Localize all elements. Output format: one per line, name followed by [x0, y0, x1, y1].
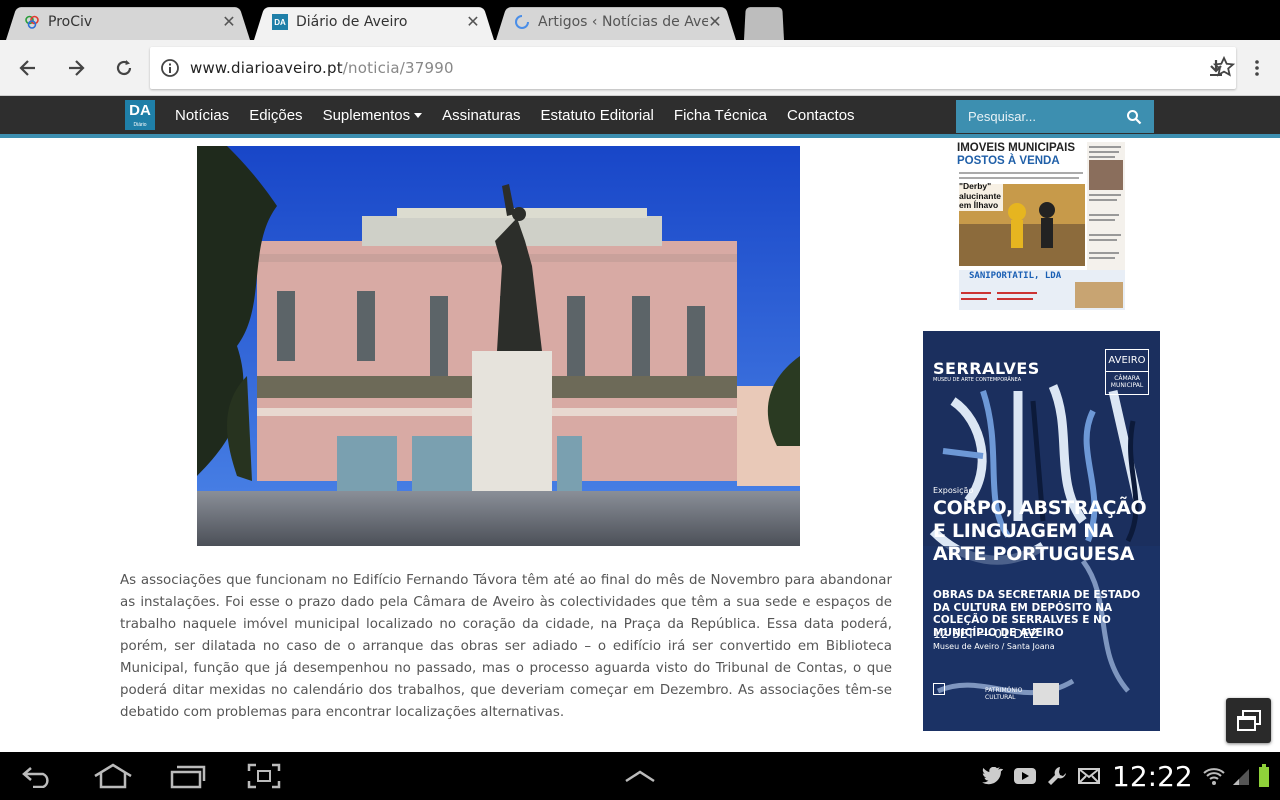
loading-spinner-icon: [515, 15, 529, 29]
article-photo: [197, 146, 800, 546]
chevron-up-icon: [625, 770, 655, 783]
diario-aveiro-favicon-icon: DA: [272, 14, 288, 30]
nav-item-edicoes[interactable]: Edições: [249, 107, 302, 124]
tab-title: Diário de Aveiro: [296, 14, 408, 30]
system-bar: 12:22: [0, 752, 1280, 800]
android-back-button[interactable]: [20, 762, 56, 790]
search-icon: [1127, 109, 1142, 124]
forward-arrow-icon: [69, 60, 85, 76]
building-statue-image: [197, 146, 800, 546]
exhibition-footer: PATRIMÓNIO CULTURAL: [985, 687, 1023, 701]
web-page: DA Diário Notícias Edições Suplementos A…: [0, 96, 1280, 752]
back-icon: [22, 767, 49, 788]
reload-button[interactable]: [108, 52, 140, 84]
android-menu-up-button[interactable]: [622, 762, 658, 790]
serralves-brand-sub: MUSEU DE ARTE CONTEMPORÂNEA: [933, 377, 1022, 383]
search-input[interactable]: [956, 100, 1114, 133]
article-body: As associações que funcionam no Edifício…: [120, 573, 892, 720]
exhibition-dates: 12 SET — 01 DEZ: [933, 627, 1039, 641]
paper-sponsor: SANIPORTATIL, LDA: [969, 271, 1062, 281]
tab-prociv[interactable]: ProCiv ✕: [6, 4, 250, 40]
nav-item-contactos[interactable]: Contactos: [787, 107, 855, 124]
logo-text: DA: [129, 102, 151, 119]
nav-menu: Notícias Edições Suplementos Assinaturas…: [175, 96, 875, 134]
prociv-favicon-icon: [25, 15, 39, 29]
wifi-icon: [1203, 768, 1225, 785]
svg-text:DA: DA: [274, 18, 286, 27]
back-button[interactable]: [12, 52, 44, 84]
twitter-notification-icon[interactable]: [980, 762, 1006, 790]
url-host: www.diarioaveiro.pt: [190, 59, 343, 77]
tab-title: Artigos ‹ Notícias de Aveiro —: [538, 14, 708, 30]
exhibition-title: CORPO, ABSTRAÇÃO E LINGUAGEM NA ARTE POR…: [933, 497, 1147, 565]
newspaper-cover-ad[interactable]: IMOVEIS MUNICIPAIS POSTOS À VENDA "Derby…: [957, 142, 1125, 310]
serralves-brand: SERRALVES: [933, 359, 1040, 378]
caret-down-icon: [414, 113, 423, 119]
exhibition-label: Exposição: [933, 486, 974, 495]
nav-item-assinaturas[interactable]: Assinaturas: [442, 107, 520, 124]
serralves-exhibition-ad[interactable]: SERRALVES MUSEU DE ARTE CONTEMPORÂNEA AV…: [923, 331, 1160, 731]
url-text: www.diarioaveiro.pt/noticia/37990: [190, 59, 454, 77]
wifi-status: [1202, 762, 1226, 790]
youtube-icon: [1014, 768, 1036, 784]
system-clock[interactable]: 12:22: [1112, 760, 1193, 793]
aveiro-city-sub: CÂMARA MUNICIPAL: [1106, 371, 1148, 389]
tab-strip: ProCiv ✕ DA Diário de Aveiro ✕ Artigos ‹…: [0, 0, 1280, 40]
youtube-notification-icon[interactable]: [1012, 762, 1038, 790]
mail-icon: [1078, 768, 1100, 784]
nav-item-estatuto-editorial[interactable]: Estatuto Editorial: [541, 107, 654, 124]
address-bar[interactable]: www.diarioaveiro.pt/noticia/37990: [150, 47, 1236, 89]
site-search: [956, 100, 1154, 133]
screenshot-icon: [247, 763, 281, 789]
close-icon[interactable]: ✕: [708, 14, 722, 30]
window-switch-button[interactable]: [1226, 698, 1271, 743]
tab-artigos[interactable]: Artigos ‹ Notícias de Aveiro — ✕: [496, 4, 736, 40]
logo-subtext: Diário: [133, 122, 147, 128]
back-arrow-icon: [19, 60, 35, 76]
close-icon[interactable]: ✕: [222, 14, 236, 30]
download-button[interactable]: [1200, 52, 1232, 84]
home-icon: [94, 763, 132, 789]
wrench-icon: [1048, 767, 1066, 785]
android-home-button[interactable]: [92, 762, 134, 790]
battery-status: [1256, 762, 1272, 790]
site-logo[interactable]: DA Diário: [125, 100, 155, 130]
more-vert-icon: [1255, 60, 1259, 76]
site-navbar: DA Diário Notícias Edições Suplementos A…: [0, 96, 1280, 138]
signal-status: [1230, 762, 1252, 790]
paper-headline-2: POSTOS À VENDA: [957, 155, 1060, 167]
forward-button[interactable]: [60, 52, 92, 84]
tab-title: ProCiv: [48, 14, 93, 30]
tab-diario-de-aveiro[interactable]: DA Diário de Aveiro ✕: [254, 4, 494, 40]
windows-icon: [1236, 709, 1261, 731]
nav-item-ficha-tecnica[interactable]: Ficha Técnica: [674, 107, 767, 124]
exhibition-venue: Museu de Aveiro / Santa Joana: [933, 642, 1055, 651]
paper-sports-headline: "Derby" alucinante em Ílhavo: [959, 181, 1003, 211]
url-path: /noticia/37990: [342, 59, 454, 77]
android-screenshot-button[interactable]: [246, 762, 282, 790]
signal-icon: [1233, 769, 1249, 785]
reload-icon: [116, 60, 132, 76]
search-button[interactable]: [1114, 100, 1154, 133]
twitter-icon: [982, 767, 1004, 785]
download-icon: [1210, 60, 1222, 76]
mail-notification-icon[interactable]: [1076, 762, 1102, 790]
partner-logo-icon: [933, 683, 945, 695]
close-icon[interactable]: ✕: [466, 14, 480, 30]
nav-item-suplementos[interactable]: Suplementos: [323, 107, 423, 124]
nav-item-label: Suplementos: [322, 106, 411, 124]
menu-button[interactable]: [1241, 52, 1273, 84]
battery-icon: [1259, 764, 1269, 787]
browser-toolbar: www.diarioaveiro.pt/noticia/37990: [0, 40, 1280, 96]
settings-notification-icon[interactable]: [1044, 762, 1070, 790]
recents-icon: [170, 765, 206, 789]
nav-item-noticias[interactable]: Notícias: [175, 107, 229, 124]
new-tab-button[interactable]: [744, 4, 784, 40]
android-recents-button[interactable]: [168, 762, 208, 790]
aveiro-city: AVEIRO: [1108, 355, 1146, 366]
aveiro-municipality-badge: AVEIRO CÂMARA MUNICIPAL: [1105, 349, 1149, 395]
sponsor-logo-icon: [1033, 683, 1059, 705]
info-icon[interactable]: [160, 58, 180, 78]
paper-headline-1: IMOVEIS MUNICIPAIS: [957, 142, 1075, 154]
